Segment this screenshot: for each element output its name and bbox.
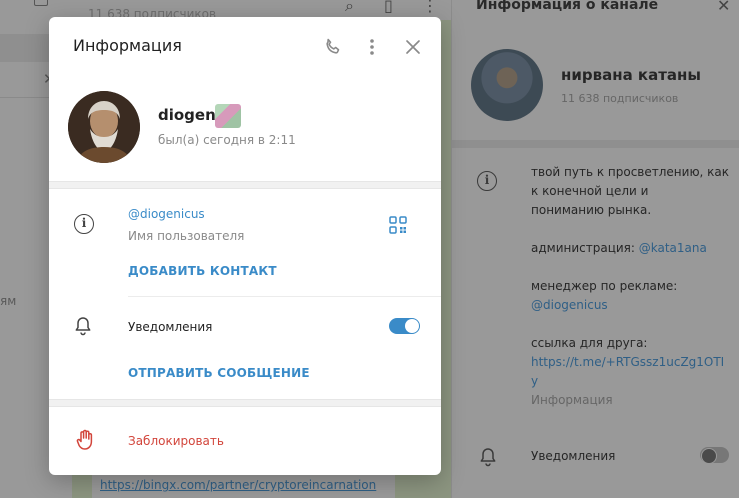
qr-code-icon xyxy=(389,216,407,234)
section-separator xyxy=(49,399,441,407)
channel-description: твой путь к просветлению, как к конечной… xyxy=(531,163,731,410)
friend-link-continuation: y xyxy=(531,374,539,388)
sidebar-toggle-icon: ▯ xyxy=(384,0,393,15)
call-button[interactable] xyxy=(321,35,345,59)
username-value[interactable]: @diogenicus xyxy=(128,207,205,221)
user-name: diogen xyxy=(158,106,216,124)
channel-name: нирвана катаны xyxy=(561,66,701,84)
add-contact-button[interactable]: ДОБАВИТЬ КОНТАКТ xyxy=(128,264,277,278)
section-separator xyxy=(452,140,739,148)
divider xyxy=(128,296,441,297)
calendar-icon xyxy=(34,0,48,6)
dialog-title: Информация xyxy=(73,36,182,55)
friend-link-label: ссылка для друга: xyxy=(531,336,648,350)
bell-icon xyxy=(480,448,496,467)
admin-link: @kata1ana xyxy=(638,241,707,255)
channel-panel-title: Информация о канале xyxy=(476,0,659,13)
send-message-button[interactable]: ОТПРАВИТЬ СООБЩЕНИЕ xyxy=(128,366,310,380)
phone-icon xyxy=(326,38,340,54)
section-separator xyxy=(49,181,441,189)
emoji-status-icon xyxy=(215,104,241,128)
avatar-portrait xyxy=(68,91,140,163)
admin-line: администрация: @kata1ana xyxy=(531,239,731,258)
manager-link: @diogenicus xyxy=(531,298,608,312)
search-icon: ⌕ xyxy=(345,0,354,15)
description-line: к конечной цели и xyxy=(531,184,649,198)
close-icon xyxy=(406,40,420,54)
channel-avatar xyxy=(471,49,543,121)
channel-notifications-label: Уведомления xyxy=(531,449,616,463)
user-last-seen: был(а) сегодня в 2:11 xyxy=(158,133,296,147)
channel-info-panel: Информация о канале ✕ нирвана катаны 11 … xyxy=(451,0,739,498)
friend-link: https://t.me/+RTGssz1ucZg1OTI xyxy=(531,355,725,369)
notifications-toggle[interactable] xyxy=(389,318,420,334)
qr-code-button[interactable] xyxy=(389,216,407,234)
channel-notifications-toggle xyxy=(700,447,729,464)
more-vertical-icon xyxy=(370,39,374,55)
block-user-button[interactable]: Заблокировать xyxy=(128,434,224,448)
user-avatar[interactable] xyxy=(68,91,140,163)
close-icon: ✕ xyxy=(717,0,731,15)
channel-subscribers: 11 638 подписчиков xyxy=(561,92,679,105)
username-caption: Имя пользователя xyxy=(128,229,245,243)
description-line: твой путь к просветлению, как xyxy=(531,165,730,179)
more-options-button[interactable] xyxy=(360,35,384,59)
manager-label: менеджер по рекламе: xyxy=(531,279,678,293)
notifications-label: Уведомления xyxy=(128,320,213,334)
info-caption: Информация xyxy=(531,393,613,407)
info-icon: i xyxy=(477,171,497,191)
more-vertical-icon: ⋮ xyxy=(422,0,438,15)
info-icon: i xyxy=(74,214,94,234)
close-button[interactable] xyxy=(401,35,425,59)
message-link: https://bingx.com/partner/cryptoreincarn… xyxy=(100,478,377,492)
admin-label: администрация: xyxy=(531,241,639,255)
chat-list-fragment-text: ям xyxy=(0,294,17,308)
bell-icon xyxy=(75,317,91,336)
block-hand-icon xyxy=(76,429,93,450)
description-line: пониманию рынка. xyxy=(531,203,652,217)
user-info-dialog: Информация diogen был(а) сегодня в 2:11 … xyxy=(49,17,441,475)
